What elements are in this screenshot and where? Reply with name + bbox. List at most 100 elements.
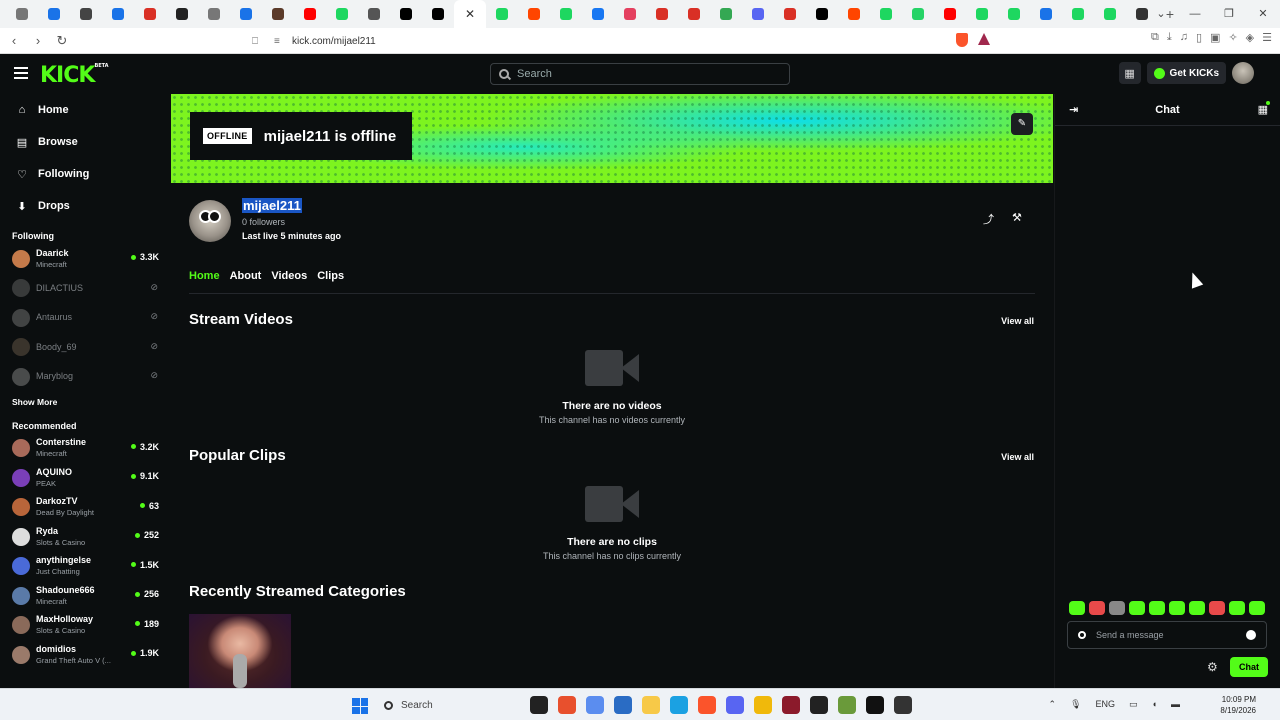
channel-avatar[interactable] bbox=[189, 200, 231, 242]
sidebar-item-browse[interactable]: ▤ Browse bbox=[0, 126, 170, 158]
sidebar-item-drops[interactable]: ⬇ Drops bbox=[0, 190, 170, 222]
browser-tab[interactable] bbox=[870, 0, 902, 28]
channel-list-item[interactable]: Daarick Minecraft 3.3K bbox=[0, 244, 170, 274]
emote-icon[interactable] bbox=[1229, 601, 1245, 615]
mod-tools-icon[interactable]: ⚒ bbox=[1012, 211, 1022, 227]
browser-tab[interactable] bbox=[390, 0, 422, 28]
browser-tab[interactable] bbox=[134, 0, 166, 28]
browser-tab[interactable] bbox=[230, 0, 262, 28]
browser-tab[interactable] bbox=[70, 0, 102, 28]
videos-view-all-link[interactable]: View all bbox=[1001, 316, 1034, 326]
system-clock[interactable]: 10:09 PM 8/19/2026 bbox=[1220, 694, 1256, 716]
channel-list-item[interactable]: domidios Grand Theft Auto V (... 1.9K bbox=[0, 640, 170, 670]
office-icon[interactable] bbox=[558, 696, 576, 714]
channel-list-item[interactable]: anythingelse Just Chatting 1.5K bbox=[0, 552, 170, 582]
collapse-chat-icon[interactable]: ⇥ bbox=[1069, 103, 1078, 116]
browser-tab[interactable] bbox=[1094, 0, 1126, 28]
extensions-icon[interactable]: ⧉ bbox=[1151, 31, 1159, 44]
browser-tab-active[interactable]: ✕ bbox=[454, 0, 486, 28]
creator-dashboard-icon[interactable]: ▦ bbox=[1118, 62, 1141, 84]
emote-icon[interactable] bbox=[1069, 601, 1085, 615]
sidebar-icon[interactable]: ▯ bbox=[1196, 31, 1202, 44]
emote-icon[interactable] bbox=[1209, 601, 1225, 615]
browser-tab[interactable] bbox=[518, 0, 550, 28]
category-card[interactable] bbox=[189, 614, 291, 688]
browser-tab[interactable] bbox=[1030, 0, 1062, 28]
discord-icon[interactable] bbox=[726, 696, 744, 714]
user-avatar[interactable] bbox=[1232, 62, 1254, 84]
browser-tab[interactable] bbox=[678, 0, 710, 28]
browser-tab[interactable] bbox=[934, 0, 966, 28]
get-kicks-button[interactable]: Get KICKs bbox=[1146, 62, 1226, 84]
channel-list-item[interactable]: DILACTIUS ⊘ bbox=[0, 274, 170, 304]
browser-tab[interactable] bbox=[966, 0, 998, 28]
valorant-icon[interactable] bbox=[782, 696, 800, 714]
tab-home[interactable]: Home bbox=[189, 270, 220, 293]
chat-message-input[interactable]: Send a message bbox=[1067, 621, 1267, 649]
emoji-picker-icon[interactable] bbox=[1246, 630, 1256, 640]
wallet-icon[interactable]: ▣ bbox=[1210, 31, 1220, 44]
forward-icon[interactable]: › bbox=[28, 33, 48, 48]
url-field[interactable]: ⎕ ≡ kick.com/mijael211 bbox=[252, 31, 952, 51]
kick-logo[interactable]: KICKBETA bbox=[40, 63, 109, 88]
bookmark-icon[interactable]: ⎕ bbox=[252, 36, 274, 47]
browser-tab[interactable] bbox=[710, 0, 742, 28]
browser-tab[interactable] bbox=[358, 0, 390, 28]
browser-tab[interactable] bbox=[646, 0, 678, 28]
browser-tab[interactable] bbox=[550, 0, 582, 28]
channel-list-item[interactable]: Shadoune666 Minecraft 256 bbox=[0, 581, 170, 611]
browser-tab[interactable] bbox=[1062, 0, 1094, 28]
channel-list-item[interactable]: Conterstine Minecraft 3.2K bbox=[0, 434, 170, 464]
close-window-button[interactable]: ✕ bbox=[1246, 0, 1280, 28]
reload-icon[interactable]: ↻ bbox=[52, 33, 72, 49]
minimize-button[interactable]: — bbox=[1178, 0, 1212, 28]
file-explorer-icon[interactable] bbox=[642, 696, 660, 714]
emote-icon[interactable] bbox=[1149, 601, 1165, 615]
url-text[interactable]: kick.com/mijael211 bbox=[292, 36, 376, 47]
epic-games-icon[interactable] bbox=[530, 696, 548, 714]
sidebar-item-home[interactable]: ⌂ Home bbox=[0, 94, 170, 126]
menu-icon[interactable]: ☰ bbox=[1262, 31, 1272, 44]
browser-tab[interactable] bbox=[902, 0, 934, 28]
browser-tab[interactable] bbox=[166, 0, 198, 28]
maximize-button[interactable]: ❐ bbox=[1212, 0, 1246, 28]
minecraft-icon[interactable] bbox=[838, 696, 856, 714]
emote-icon[interactable] bbox=[1089, 601, 1105, 615]
channel-list-item[interactable]: Boody_69 ⊘ bbox=[0, 333, 170, 363]
browser-tab[interactable] bbox=[614, 0, 646, 28]
edge-icon[interactable] bbox=[670, 696, 688, 714]
channel-list-item[interactable]: Antaurus ⊘ bbox=[0, 303, 170, 333]
chat-mode-icon[interactable] bbox=[1078, 631, 1086, 639]
browser-tab[interactable] bbox=[838, 0, 870, 28]
browser-tab[interactable] bbox=[582, 0, 614, 28]
tab-about[interactable]: About bbox=[230, 270, 262, 293]
volume-icon[interactable]: ◖ bbox=[1152, 699, 1157, 710]
browser-tab[interactable] bbox=[486, 0, 518, 28]
browser-tab[interactable] bbox=[422, 0, 454, 28]
browser-tab[interactable] bbox=[6, 0, 38, 28]
emote-icon[interactable] bbox=[1129, 601, 1145, 615]
tab-clips[interactable]: Clips bbox=[317, 270, 344, 293]
hamburger-menu-icon[interactable] bbox=[14, 67, 28, 79]
back-icon[interactable]: ‹ bbox=[4, 33, 24, 48]
capcut-icon[interactable] bbox=[810, 696, 828, 714]
browser-tab[interactable] bbox=[262, 0, 294, 28]
browser-tab[interactable] bbox=[326, 0, 358, 28]
browser-tab[interactable] bbox=[742, 0, 774, 28]
channel-list-item[interactable]: Maryblog ⊘ bbox=[0, 362, 170, 392]
coin-app-icon[interactable] bbox=[754, 696, 772, 714]
emote-icon[interactable] bbox=[1109, 601, 1125, 615]
clips-view-all-link[interactable]: View all bbox=[1001, 452, 1034, 462]
edit-banner-icon[interactable]: ✎ bbox=[1011, 113, 1033, 135]
taskbar-search[interactable]: Search bbox=[378, 693, 522, 717]
obs-icon[interactable] bbox=[894, 696, 912, 714]
gear-icon[interactable]: ⚙ bbox=[1207, 660, 1218, 674]
leo-icon[interactable]: ✧ bbox=[1228, 31, 1237, 44]
media-icon[interactable]: ♫ bbox=[1180, 31, 1188, 44]
tab-search-icon[interactable]: ⌄ bbox=[1144, 0, 1178, 28]
downloads-icon[interactable]: ⤓ bbox=[1167, 31, 1172, 44]
browser-tab[interactable] bbox=[38, 0, 70, 28]
emote-icon[interactable] bbox=[1189, 601, 1205, 615]
site-settings-icon[interactable]: ≡ bbox=[274, 36, 292, 47]
brave-shield-icon[interactable] bbox=[956, 33, 968, 47]
